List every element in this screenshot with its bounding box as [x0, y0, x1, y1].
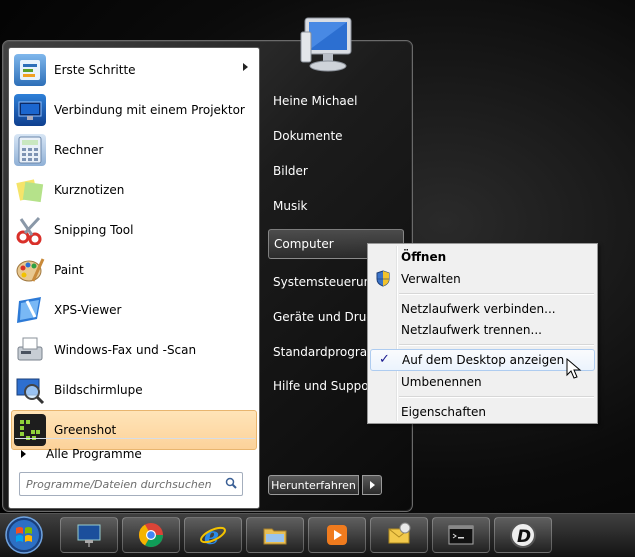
all-programs-button[interactable]: Alle Programme [15, 438, 255, 465]
svg-text:D: D [517, 527, 531, 547]
taskbar-media-player[interactable] [308, 517, 366, 553]
arrow-right-icon [21, 450, 26, 458]
program-item-snipping-tool[interactable]: Snipping Tool [11, 210, 257, 250]
shutdown-options-button[interactable] [362, 475, 382, 495]
scissors-icon [14, 214, 46, 246]
fax-icon [14, 334, 46, 366]
right-item-label: Bilder [273, 164, 308, 178]
ctx-separator [399, 396, 594, 398]
right-item-label: Systemsteuerung [273, 275, 379, 289]
right-item-documents[interactable]: Dokumente [268, 121, 404, 151]
program-label: Rechner [54, 143, 104, 157]
program-label: Greenshot [54, 423, 117, 437]
taskbar-chrome[interactable] [122, 517, 180, 553]
taskbar-internet-explorer[interactable]: e [184, 517, 242, 553]
search-input[interactable] [24, 475, 218, 493]
ctx-item-properties[interactable]: Eigenschaften [370, 401, 595, 423]
right-item-label: Dokumente [273, 129, 343, 143]
ctx-item-label: Öffnen [401, 250, 447, 264]
ctx-item-label: Auf dem Desktop anzeigen [402, 353, 565, 367]
media-player-icon [327, 525, 347, 545]
ctx-item-label: Netzlaufwerk trennen... [401, 323, 542, 337]
right-item-label: Hilfe und Support [273, 379, 379, 393]
chrome-icon [139, 523, 163, 548]
uac-shield-icon [376, 270, 390, 287]
program-label: Bildschirmlupe [54, 383, 143, 397]
context-menu: Öffnen Verwalten Netzlaufwerk verbinden.… [367, 243, 598, 424]
ctx-item-label: Netzlaufwerk verbinden... [401, 302, 556, 316]
search-box[interactable] [19, 472, 243, 496]
calculator-icon [14, 134, 46, 166]
program-label: Erste Schritte [54, 63, 136, 77]
ctx-item-rename[interactable]: Umbenennen [370, 371, 595, 393]
outlook-icon [388, 522, 411, 544]
computer-user-picture-icon [300, 17, 352, 72]
getting-started-icon [14, 54, 46, 86]
remote-desktop-icon [77, 524, 101, 547]
taskbar-explorer[interactable] [246, 517, 304, 553]
program-item-fax-scan[interactable]: Windows-Fax und -Scan [11, 330, 257, 370]
mouse-cursor-icon [566, 358, 582, 379]
right-item-music[interactable]: Musik [268, 191, 404, 221]
program-label: Paint [54, 263, 84, 277]
program-label: Windows-Fax und -Scan [54, 343, 197, 357]
program-item-xps-viewer[interactable]: XPS-Viewer [11, 290, 257, 330]
ctx-separator [399, 344, 594, 346]
shutdown-button[interactable]: Herunterfahren [268, 475, 359, 495]
magnifier-icon [14, 374, 46, 406]
taskbar-daemon-tools[interactable]: D [494, 517, 552, 553]
program-item-calculator[interactable]: Rechner [11, 130, 257, 170]
internet-explorer-icon: e [200, 521, 226, 549]
program-label: Snipping Tool [54, 223, 134, 237]
all-programs-label: Alle Programme [46, 447, 142, 461]
ctx-item-label: Eigenschaften [401, 405, 487, 419]
ctx-item-label: Verwalten [401, 272, 461, 286]
cmd-icon [448, 525, 474, 545]
program-label: XPS-Viewer [54, 303, 122, 317]
programs-pane: Erste Schritte Verbindung mit einem Proj… [8, 47, 260, 509]
right-item-label: Heine Michael [273, 94, 358, 108]
checkmark-icon: ✓ [379, 352, 390, 367]
arrow-right-icon [370, 481, 375, 489]
ctx-separator [399, 293, 594, 295]
windows-start-orb-icon[interactable] [2, 515, 46, 555]
xps-viewer-icon [14, 294, 46, 326]
program-label: Kurznotizen [54, 183, 125, 197]
projector-icon [14, 94, 46, 126]
program-item-magnifier[interactable]: Bildschirmlupe [11, 370, 257, 410]
ctx-item-open[interactable]: Öffnen [370, 246, 595, 268]
sticky-notes-icon [14, 174, 46, 206]
program-item-sticky-notes[interactable]: Kurznotizen [11, 170, 257, 210]
submenu-arrow-icon [243, 63, 248, 71]
right-item-pictures[interactable]: Bilder [268, 156, 404, 186]
ctx-item-label: Umbenennen [401, 375, 482, 389]
taskbar-remote-desktop[interactable] [60, 517, 118, 553]
program-item-getting-started[interactable]: Erste Schritte [11, 50, 257, 90]
ctx-item-manage[interactable]: Verwalten [370, 268, 595, 290]
ctx-item-disconnect-drive[interactable]: Netzlaufwerk trennen... [370, 319, 595, 341]
taskbar-cmd[interactable] [432, 517, 490, 553]
right-item-label: Musik [273, 199, 308, 213]
paint-palette-icon [14, 254, 46, 286]
search-icon[interactable] [225, 477, 237, 489]
taskbar-outlook[interactable] [370, 517, 428, 553]
program-item-paint[interactable]: Paint [11, 250, 257, 290]
ctx-item-map-drive[interactable]: Netzlaufwerk verbinden... [370, 298, 595, 320]
right-item-label: Computer [274, 237, 334, 251]
right-item-user[interactable]: Heine Michael [268, 86, 404, 116]
program-label: Verbindung mit einem Projektor [54, 103, 245, 117]
daemon-tools-icon: D [510, 522, 536, 548]
shutdown-label: Herunterfahren [271, 478, 356, 492]
explorer-folder-icon [263, 528, 287, 545]
svg-text:e: e [204, 521, 219, 549]
program-item-projector[interactable]: Verbindung mit einem Projektor [11, 90, 257, 130]
ctx-item-show-on-desktop[interactable]: ✓ Auf dem Desktop anzeigen [370, 349, 595, 371]
